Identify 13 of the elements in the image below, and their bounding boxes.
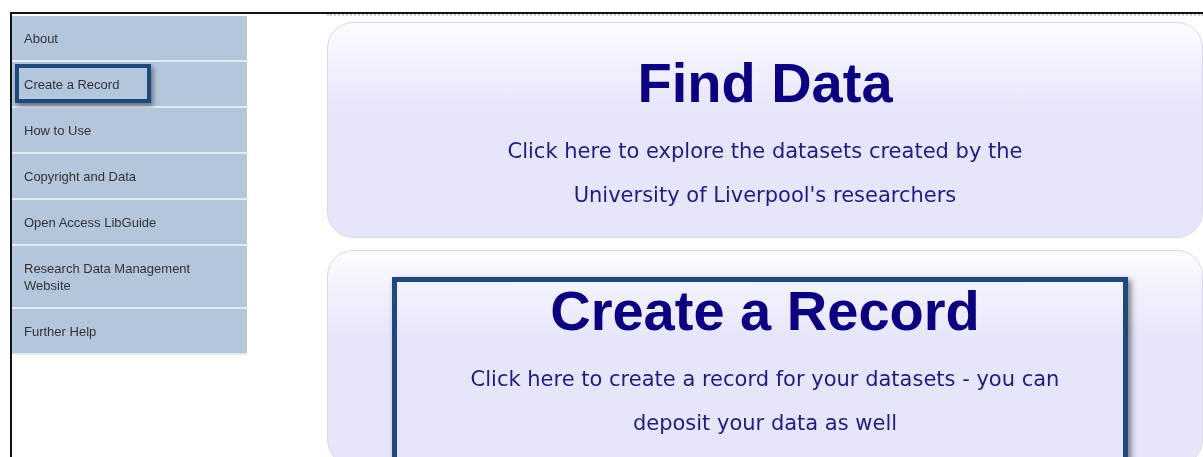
sidebar-link[interactable]: Open Access LibGuide (12, 200, 247, 246)
sidebar-link[interactable]: Create a Record (12, 62, 247, 108)
link-card[interactable]: Find Data Click here to explore the datasets created by the University of Liverpool's researchers (327, 22, 1203, 238)
link-card[interactable]: Create a Record Click here to create a record for your datasets - you can deposit your data as well (327, 250, 1203, 457)
sidebar-link[interactable]: About (12, 16, 247, 62)
card-title: Find Data (637, 51, 893, 115)
sidebar-link[interactable]: How to Use (12, 108, 247, 154)
sidebar-link[interactable]: Copyright and Data (12, 154, 247, 200)
sidebar-link[interactable]: Research Data Management Website (12, 246, 247, 309)
sidebar-link[interactable]: Further Help (12, 309, 247, 355)
card-description: Click here to explore the datasets created by the University of Liverpool's researchers (507, 138, 1023, 209)
card-title: Create a Record (550, 279, 980, 343)
card-description: Click here to create a record for your datasets - you can deposit your data as well (470, 366, 1060, 437)
